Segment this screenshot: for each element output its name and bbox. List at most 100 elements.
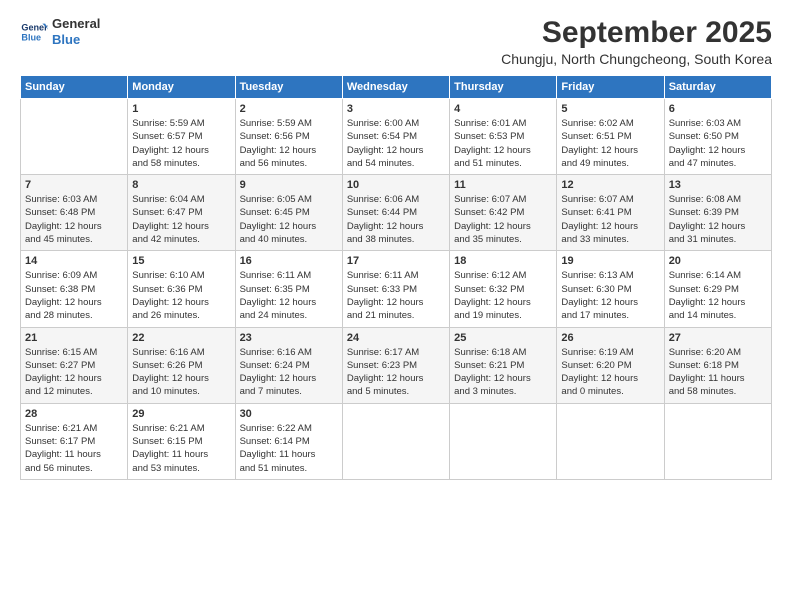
main-title: September 2025 [501,16,772,49]
day-info: Sunrise: 6:14 AM Sunset: 6:29 PM Dayligh… [669,269,767,322]
calendar-cell: 29 Sunrise: 6:21 AM Sunset: 6:15 PM Dayli… [128,403,235,479]
day-info: Sunrise: 6:04 AM Sunset: 6:47 PM Dayligh… [132,193,230,246]
day-number: 2 [240,103,338,115]
day-info: Sunrise: 6:20 AM Sunset: 6:18 PM Dayligh… [669,346,767,399]
day-number: 7 [25,179,123,191]
calendar-cell: 6 Sunrise: 6:03 AM Sunset: 6:50 PM Daylig… [664,99,771,175]
day-number: 24 [347,332,445,344]
day-number: 21 [25,332,123,344]
day-info: Sunrise: 6:02 AM Sunset: 6:51 PM Dayligh… [561,117,659,170]
logo-text-general: General [52,16,100,32]
day-info: Sunrise: 6:07 AM Sunset: 6:42 PM Dayligh… [454,193,552,246]
calendar-cell: 21 Sunrise: 6:15 AM Sunset: 6:27 PM Dayli… [21,327,128,403]
day-info: Sunrise: 6:03 AM Sunset: 6:50 PM Dayligh… [669,117,767,170]
svg-text:Blue: Blue [21,32,41,42]
day-info: Sunrise: 6:07 AM Sunset: 6:41 PM Dayligh… [561,193,659,246]
day-info: Sunrise: 6:11 AM Sunset: 6:35 PM Dayligh… [240,269,338,322]
calendar-cell [557,403,664,479]
day-info: Sunrise: 6:21 AM Sunset: 6:15 PM Dayligh… [132,422,230,475]
calendar-cell: 7 Sunrise: 6:03 AM Sunset: 6:48 PM Daylig… [21,175,128,251]
day-number: 30 [240,408,338,420]
day-number: 27 [669,332,767,344]
logo-text-blue: Blue [52,32,100,48]
calendar-cell: 8Sunrise: 6:04 AM Sunset: 6:47 PM Daylig… [128,175,235,251]
day-number: 4 [454,103,552,115]
day-number: 17 [347,255,445,267]
day-info: Sunrise: 6:06 AM Sunset: 6:44 PM Dayligh… [347,193,445,246]
col-header-saturday: Saturday [664,76,771,99]
col-header-tuesday: Tuesday [235,76,342,99]
calendar-cell: 4 Sunrise: 6:01 AM Sunset: 6:53 PM Daylig… [450,99,557,175]
calendar-cell: 27 Sunrise: 6:20 AM Sunset: 6:18 PM Dayli… [664,327,771,403]
week-row-5: 28 Sunrise: 6:21 AM Sunset: 6:17 PM Dayli… [21,403,772,479]
day-number: 11 [454,179,552,191]
day-info: Sunrise: 6:16 AM Sunset: 6:24 PM Dayligh… [240,346,338,399]
calendar-cell: 30 Sunrise: 6:22 AM Sunset: 6:14 PM Dayli… [235,403,342,479]
day-info: Sunrise: 6:11 AM Sunset: 6:33 PM Dayligh… [347,269,445,322]
calendar-cell: 16 Sunrise: 6:11 AM Sunset: 6:35 PM Dayli… [235,251,342,327]
day-info: Sunrise: 6:13 AM Sunset: 6:30 PM Dayligh… [561,269,659,322]
title-block: September 2025 Chungju, North Chungcheon… [501,16,772,67]
day-info: Sunrise: 6:05 AM Sunset: 6:45 PM Dayligh… [240,193,338,246]
calendar-cell: 14 Sunrise: 6:09 AM Sunset: 6:38 PM Dayli… [21,251,128,327]
day-info: Sunrise: 6:22 AM Sunset: 6:14 PM Dayligh… [240,422,338,475]
calendar-cell: 24 Sunrise: 6:17 AM Sunset: 6:23 PM Dayli… [342,327,449,403]
day-info: Sunrise: 6:21 AM Sunset: 6:17 PM Dayligh… [25,422,123,475]
calendar-cell: 1Sunrise: 5:59 AM Sunset: 6:57 PM Daylig… [128,99,235,175]
header-row: SundayMondayTuesdayWednesdayThursdayFrid… [21,76,772,99]
logo-icon: General Blue [20,18,48,46]
calendar-cell: 26 Sunrise: 6:19 AM Sunset: 6:20 PM Dayli… [557,327,664,403]
day-info: Sunrise: 6:15 AM Sunset: 6:27 PM Dayligh… [25,346,123,399]
calendar-cell: 20 Sunrise: 6:14 AM Sunset: 6:29 PM Dayli… [664,251,771,327]
day-number: 15 [132,255,230,267]
day-info: Sunrise: 6:19 AM Sunset: 6:20 PM Dayligh… [561,346,659,399]
day-number: 14 [25,255,123,267]
day-number: 16 [240,255,338,267]
day-number: 5 [561,103,659,115]
day-number: 23 [240,332,338,344]
day-number: 26 [561,332,659,344]
week-row-4: 21 Sunrise: 6:15 AM Sunset: 6:27 PM Dayli… [21,327,772,403]
calendar-cell: 5 Sunrise: 6:02 AM Sunset: 6:51 PM Daylig… [557,99,664,175]
calendar-cell: 23 Sunrise: 6:16 AM Sunset: 6:24 PM Dayli… [235,327,342,403]
day-number: 13 [669,179,767,191]
calendar-cell: 28 Sunrise: 6:21 AM Sunset: 6:17 PM Dayli… [21,403,128,479]
day-number: 10 [347,179,445,191]
day-info: Sunrise: 6:03 AM Sunset: 6:48 PM Dayligh… [25,193,123,246]
calendar-cell: 15 Sunrise: 6:10 AM Sunset: 6:36 PM Dayli… [128,251,235,327]
day-number: 20 [669,255,767,267]
day-number: 25 [454,332,552,344]
day-info: Sunrise: 6:12 AM Sunset: 6:32 PM Dayligh… [454,269,552,322]
day-number: 6 [669,103,767,115]
calendar-cell: 19Sunrise: 6:13 AM Sunset: 6:30 PM Dayli… [557,251,664,327]
day-info: Sunrise: 6:09 AM Sunset: 6:38 PM Dayligh… [25,269,123,322]
day-info: Sunrise: 6:00 AM Sunset: 6:54 PM Dayligh… [347,117,445,170]
calendar-cell: 22Sunrise: 6:16 AM Sunset: 6:26 PM Dayli… [128,327,235,403]
day-info: Sunrise: 6:10 AM Sunset: 6:36 PM Dayligh… [132,269,230,322]
day-info: Sunrise: 6:18 AM Sunset: 6:21 PM Dayligh… [454,346,552,399]
day-info: Sunrise: 6:01 AM Sunset: 6:53 PM Dayligh… [454,117,552,170]
calendar-cell: 11 Sunrise: 6:07 AM Sunset: 6:42 PM Dayli… [450,175,557,251]
day-info: Sunrise: 5:59 AM Sunset: 6:56 PM Dayligh… [240,117,338,170]
calendar-cell: 18Sunrise: 6:12 AM Sunset: 6:32 PM Dayli… [450,251,557,327]
day-number: 3 [347,103,445,115]
calendar-cell: 9Sunrise: 6:05 AM Sunset: 6:45 PM Daylig… [235,175,342,251]
col-header-friday: Friday [557,76,664,99]
calendar-cell: 13Sunrise: 6:08 AM Sunset: 6:39 PM Dayli… [664,175,771,251]
calendar-cell [664,403,771,479]
day-info: Sunrise: 6:17 AM Sunset: 6:23 PM Dayligh… [347,346,445,399]
col-header-monday: Monday [128,76,235,99]
calendar-cell: 25 Sunrise: 6:18 AM Sunset: 6:21 PM Dayli… [450,327,557,403]
week-row-1: 1Sunrise: 5:59 AM Sunset: 6:57 PM Daylig… [21,99,772,175]
week-row-2: 7 Sunrise: 6:03 AM Sunset: 6:48 PM Daylig… [21,175,772,251]
header: General Blue General Blue September 2025… [20,16,772,67]
calendar-cell [342,403,449,479]
day-number: 29 [132,408,230,420]
page: General Blue General Blue September 2025… [0,0,792,612]
day-number: 12 [561,179,659,191]
col-header-wednesday: Wednesday [342,76,449,99]
calendar-cell: 10 Sunrise: 6:06 AM Sunset: 6:44 PM Dayli… [342,175,449,251]
day-number: 28 [25,408,123,420]
day-info: Sunrise: 6:16 AM Sunset: 6:26 PM Dayligh… [132,346,230,399]
col-header-thursday: Thursday [450,76,557,99]
